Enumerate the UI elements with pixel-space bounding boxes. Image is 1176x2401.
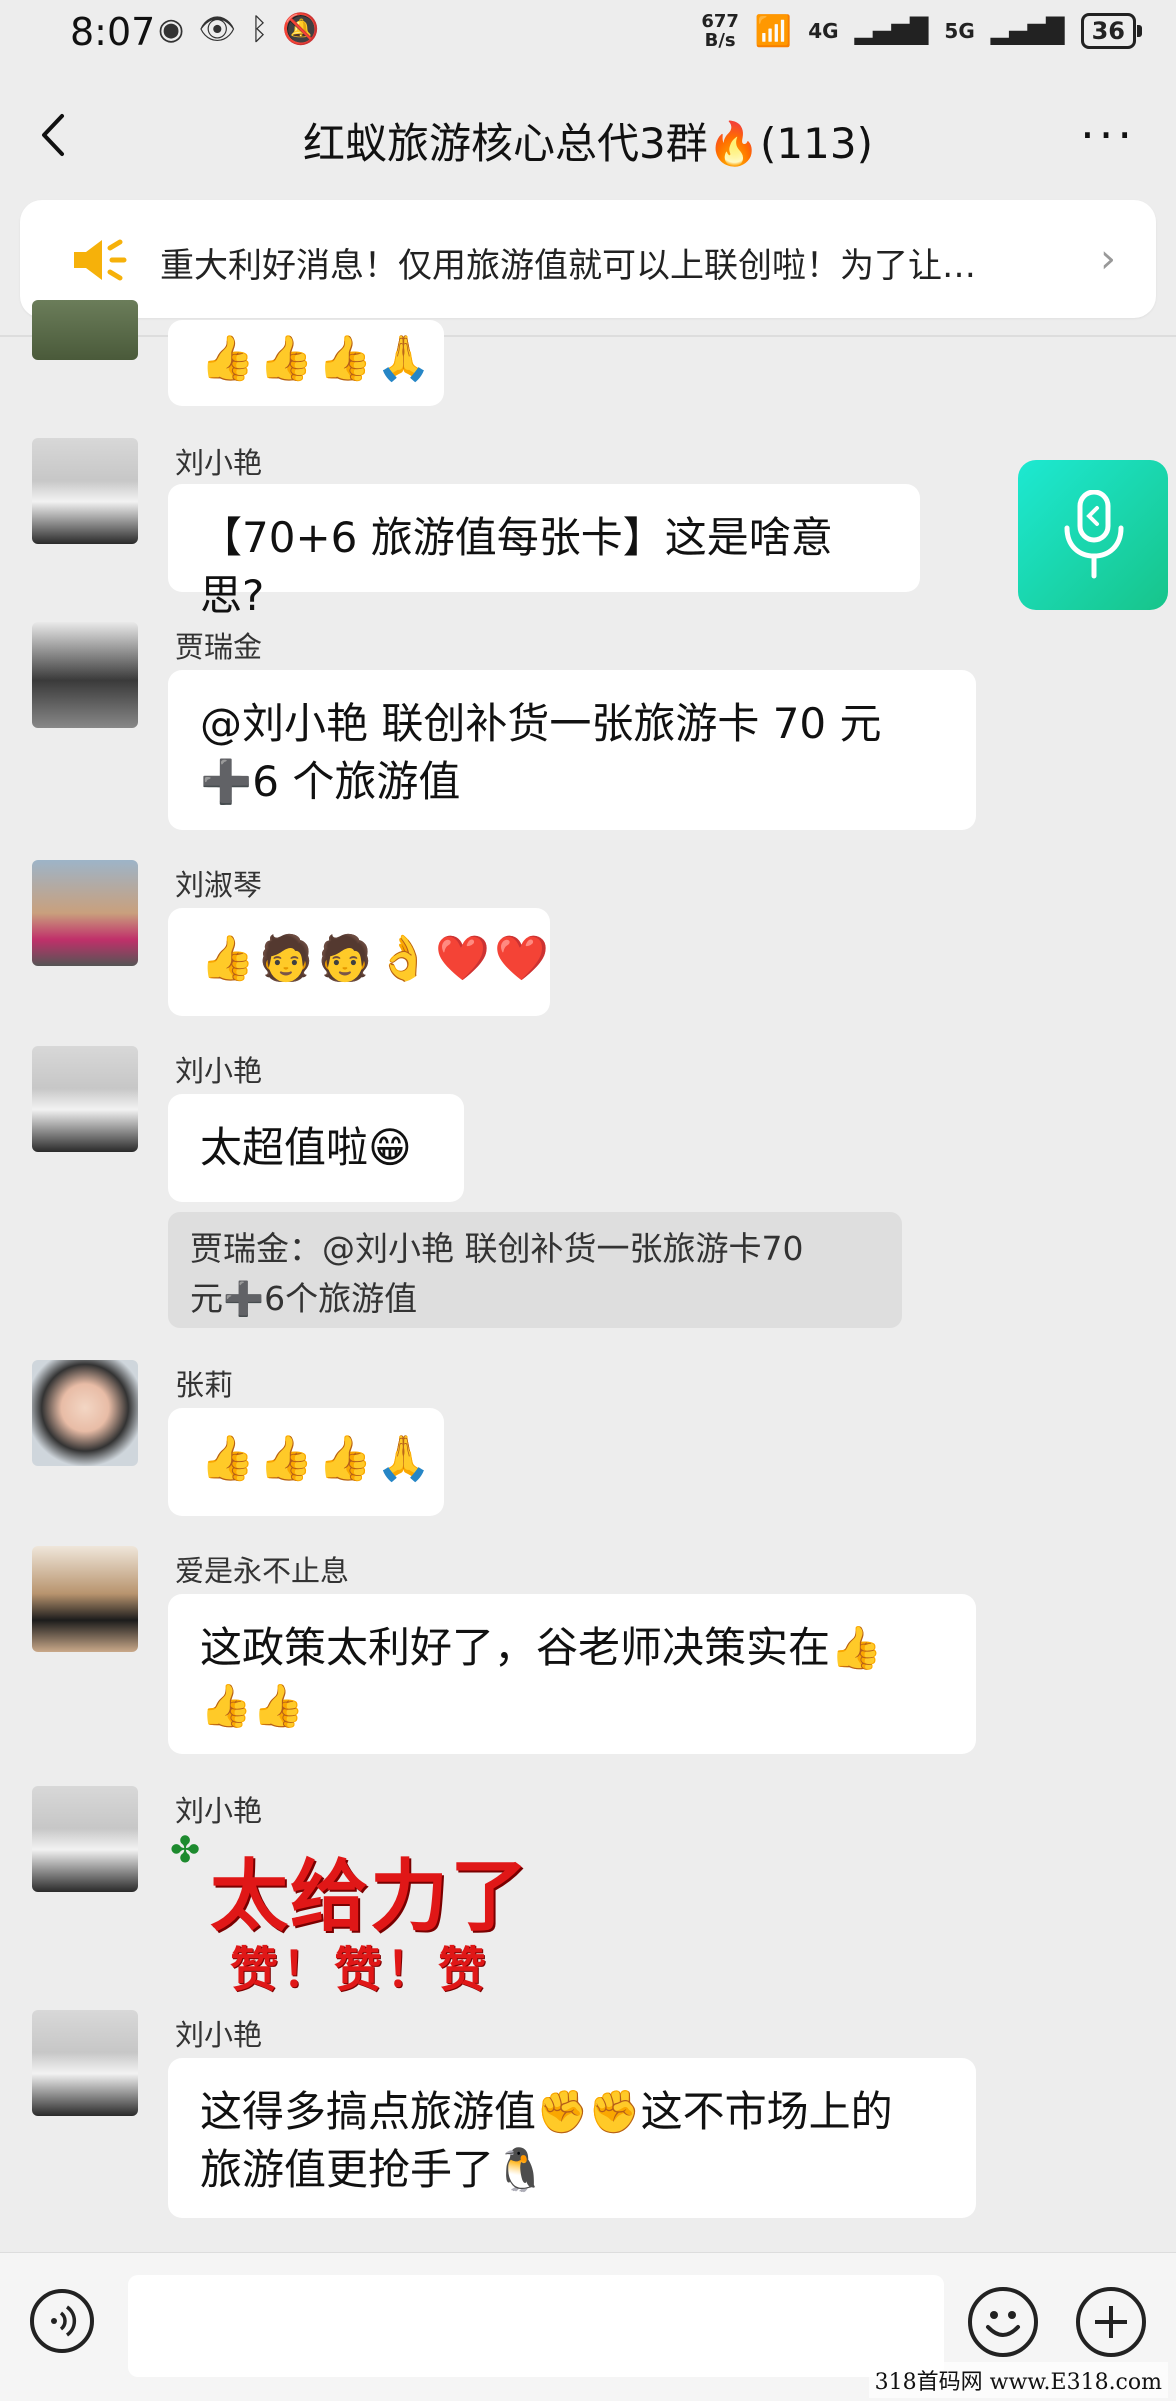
avatar[interactable] xyxy=(32,1360,138,1466)
pray-icon: 🙏 xyxy=(376,333,432,384)
thumbs-up-icon: 👍 xyxy=(200,333,255,384)
avatar[interactable] xyxy=(32,300,138,360)
sender-name: 爱是永不止息 xyxy=(175,1554,350,1588)
chevron-right-icon: › xyxy=(1100,236,1116,282)
add-attachment-button[interactable] xyxy=(1076,2287,1146,2357)
clover-icon: ✤ xyxy=(170,1830,201,1871)
mute-bell-icon: 🔕 xyxy=(282,12,320,47)
emoji-button[interactable] xyxy=(968,2287,1038,2357)
signal-4g: 4G xyxy=(808,19,839,43)
status-left-icons: ◉ 👁 ᛒ 🔕 xyxy=(158,12,320,47)
quoted-reply[interactable]: 贾瑞金：@刘小艳 联创补货一张旅游卡70 元➕6个旅游值 xyxy=(168,1212,902,1328)
wifi-icon: 📶 xyxy=(754,13,793,49)
sender-name: 刘淑琴 xyxy=(175,868,263,902)
more-options-button[interactable]: ··· xyxy=(1080,108,1136,162)
voice-wave-icon xyxy=(51,2305,77,2337)
weibo-icon: ◉ xyxy=(158,12,185,47)
emoji-row: 👍 🧑 🧑 👌 ❤️ ❤️ xyxy=(200,930,549,988)
avatar[interactable] xyxy=(32,2010,138,2116)
hug-icon: 🧑 xyxy=(317,933,373,984)
net-speed: 677 B/s xyxy=(701,11,739,51)
chat-title: 红蚁旅游核心总代3群🔥(113) xyxy=(303,119,873,168)
emoji-row: 👍 👍 👍 🙏 xyxy=(200,330,431,388)
signal-bars-icon: ▂▄▆█ xyxy=(854,17,929,45)
smiley-icon xyxy=(986,2311,1020,2337)
voice-input-button[interactable] xyxy=(30,2289,94,2353)
sender-name: 刘小艳 xyxy=(175,1794,263,1828)
battery-indicator: 36 xyxy=(1080,13,1143,49)
message-bubble[interactable]: 太超值啦😁 xyxy=(168,1094,464,1202)
avatar[interactable] xyxy=(32,1786,138,1892)
signal-5g: 5G xyxy=(944,19,975,43)
hug-icon: 🧑 xyxy=(258,933,314,984)
sender-name: 贾瑞金 xyxy=(175,630,263,664)
chat-header: 红蚁旅游核心总代3群🔥(113) ··· xyxy=(0,70,1176,200)
ok-hand-icon: 👌 xyxy=(376,933,432,984)
message-bubble[interactable]: 【70+6 旅游值每张卡】这是啥意思? xyxy=(168,484,920,620)
avatar[interactable] xyxy=(32,1046,138,1152)
sender-name: 刘小艳 xyxy=(175,2018,263,2052)
avatar[interactable] xyxy=(32,622,138,728)
message-bubble[interactable]: 👍 👍 👍 🙏 xyxy=(168,320,444,406)
sender-name: 刘小艳 xyxy=(175,1054,263,1088)
clock: 8:07 xyxy=(70,10,156,54)
megaphone-icon xyxy=(74,239,127,281)
thumbs-up-icon: 👍 xyxy=(317,333,373,384)
voice-assistant-button[interactable] xyxy=(1018,460,1168,610)
thumbs-up-icon: 👍 xyxy=(258,333,314,384)
message-bubble[interactable]: 这政策太利好了，谷老师决策实在👍 👍👍 xyxy=(168,1594,976,1754)
avatar[interactable] xyxy=(32,860,138,966)
sender-name: 刘小艳 xyxy=(175,446,263,480)
eye-icon: 👁 xyxy=(198,12,237,47)
thumbs-up-icon: 👍 xyxy=(200,933,255,984)
group-announcement[interactable]: 重大利好消息！仅用旅游值就可以上联创啦！为了让… › xyxy=(20,200,1156,318)
avatar[interactable] xyxy=(32,438,138,544)
message-bubble[interactable]: @刘小艳 联创补货一张旅游卡 70 元 ➕6 个旅游值 xyxy=(168,670,976,830)
bluetooth-icon: ᛒ xyxy=(250,12,269,47)
thumbs-up-icon: 👍 xyxy=(258,1433,314,1484)
thumbs-up-icon: 👍 xyxy=(317,1433,373,1484)
status-right-icons: 677 B/s 📶 4G ▂▄▆█ 5G ▂▄▆█ 36 xyxy=(701,11,1143,51)
pray-icon: 🙏 xyxy=(376,1433,432,1484)
thumbs-up-icon: 👍 xyxy=(200,1433,255,1484)
message-bubble[interactable]: 这得多搞点旅游值✊✊这不市场上的 旅游值更抢手了🐧 xyxy=(168,2058,976,2218)
signal-bars-icon: ▂▄▆█ xyxy=(990,17,1065,45)
message-bubble[interactable]: 👍 🧑 🧑 👌 ❤️ ❤️ xyxy=(168,908,550,1016)
heart-icon: ❤️ xyxy=(435,933,490,984)
emoji-row: 👍 👍 👍 🙏 xyxy=(200,1430,431,1488)
message-input[interactable] xyxy=(128,2275,944,2377)
status-bar: 8:07 ◉ 👁 ᛒ 🔕 677 B/s 📶 4G ▂▄▆█ 5G ▂▄▆█ 3… xyxy=(0,0,1176,70)
microphone-icon xyxy=(1064,490,1124,579)
message-bubble[interactable]: 👍 👍 👍 🙏 xyxy=(168,1408,444,1516)
announcement-text: 重大利好消息！仅用旅游值就可以上联创啦！为了让… xyxy=(160,246,976,286)
sender-name: 张莉 xyxy=(175,1368,234,1402)
watermark: 318首码网 www.E318.com xyxy=(868,2362,1168,2398)
sticker-subtext: 赞！赞！赞 xyxy=(230,1942,491,1998)
sticker-message[interactable]: ✤ 太给力了 赞！赞！赞 xyxy=(170,1830,570,1998)
avatar[interactable] xyxy=(32,1546,138,1652)
heart-icon: ❤️ xyxy=(493,933,549,984)
